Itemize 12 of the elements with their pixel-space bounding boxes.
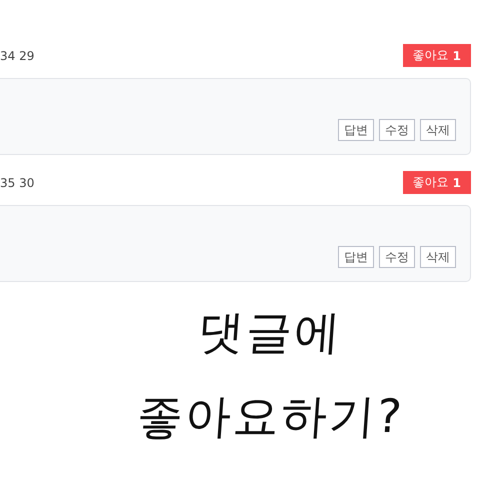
action-button[interactable]: 수정 — [379, 246, 415, 268]
action-button[interactable]: 답변 — [338, 119, 374, 141]
action-button[interactable]: 삭제 — [420, 246, 456, 268]
caption-text: 좋아요하기? — [134, 388, 406, 445]
caption-text: 댓글에 — [196, 304, 344, 361]
action-button[interactable]: 수정 — [379, 119, 415, 141]
like-button[interactable]: 좋아요 1 — [402, 44, 471, 67]
action-button[interactable]: 삭제 — [420, 119, 456, 141]
like-button[interactable]: 좋아요 1 — [402, 171, 471, 194]
comment-time: 35 30 — [0, 176, 34, 190]
action-button[interactable]: 답변 — [338, 246, 374, 268]
comment-time: 34 29 — [0, 48, 34, 62]
